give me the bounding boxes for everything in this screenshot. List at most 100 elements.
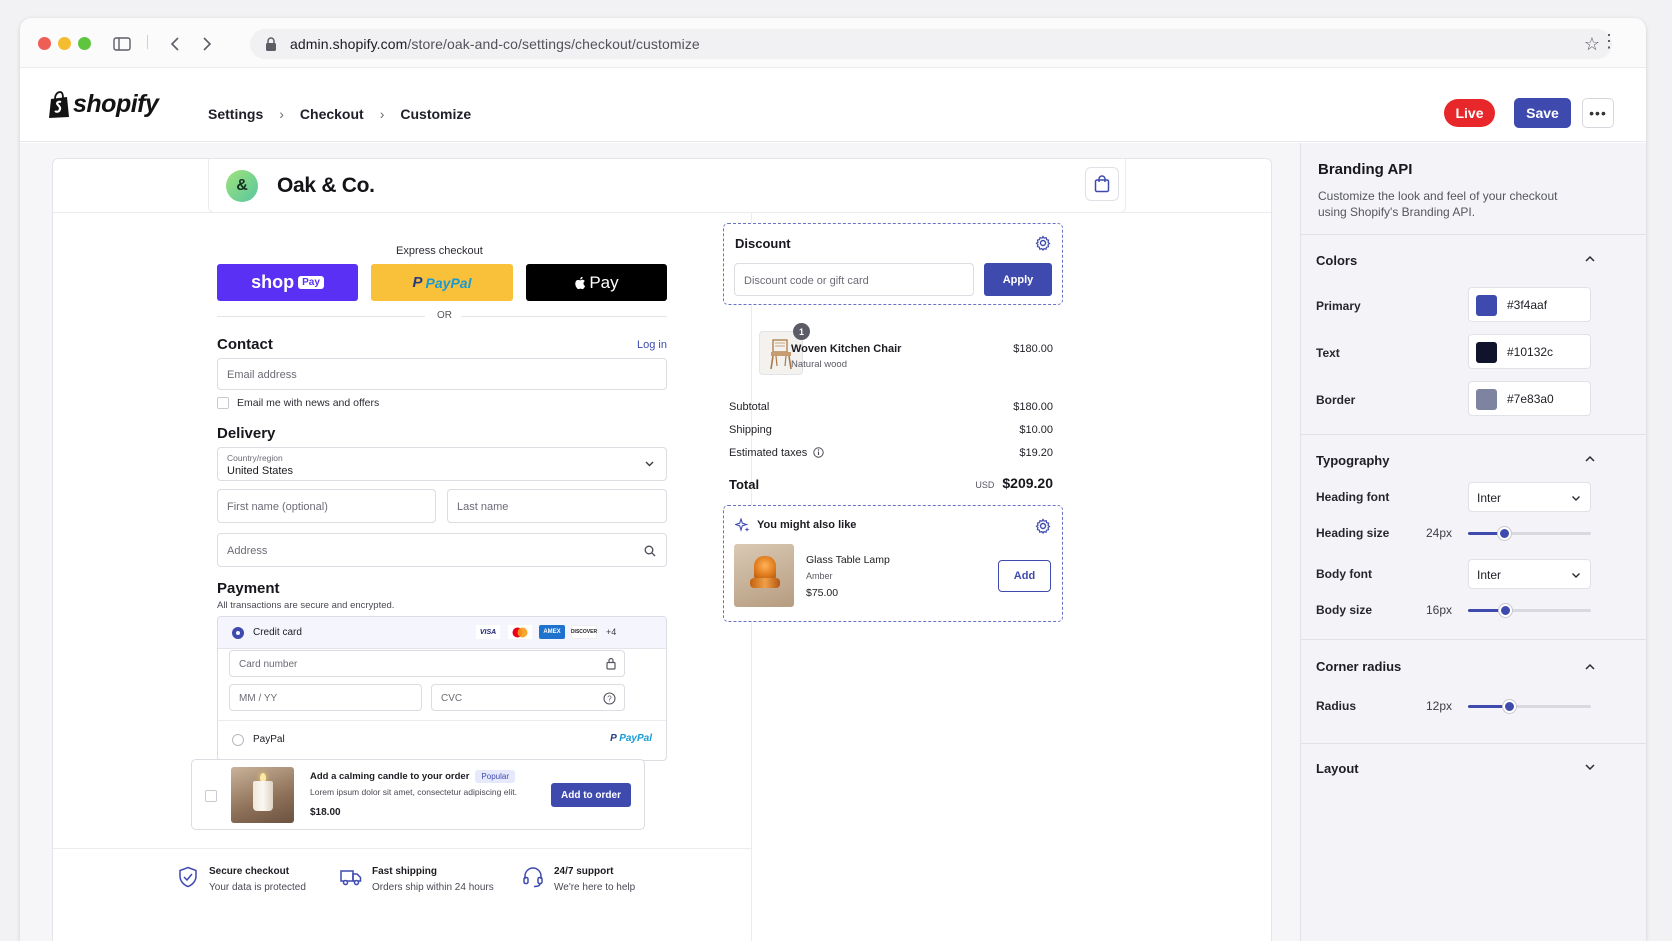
- text-hex: #10132c: [1507, 345, 1554, 359]
- taxes-row: Estimated taxes: [729, 447, 825, 459]
- total-row: USD $209.20: [933, 475, 1053, 493]
- browser-menu-icon[interactable]: ⋮: [1600, 32, 1618, 50]
- breadcrumb-settings[interactable]: Settings: [208, 106, 263, 122]
- paypal-logo: P PayPal: [610, 733, 652, 744]
- credit-card-radio[interactable]: [232, 627, 244, 639]
- primary-color-field[interactable]: #3f4aaf: [1468, 287, 1591, 322]
- save-button[interactable]: Save: [1514, 98, 1571, 128]
- trust-title: Fast shipping: [372, 866, 437, 877]
- slider-thumb[interactable]: [1497, 527, 1511, 540]
- first-name-field[interactable]: First name (optional): [217, 489, 436, 523]
- address-field[interactable]: Address: [217, 533, 667, 567]
- address-bar[interactable]: admin.shopify.com/store/oak-and-co/setti…: [250, 29, 1612, 59]
- subtotal-value: $180.00: [1013, 401, 1053, 413]
- heading-font-label: Heading font: [1316, 490, 1390, 504]
- colors-section-header[interactable]: Colors: [1316, 253, 1357, 268]
- border-swatch[interactable]: [1476, 389, 1497, 410]
- paypal-express-button[interactable]: P PayPal: [371, 264, 513, 301]
- close-window-button[interactable]: [38, 37, 51, 50]
- cvc-placeholder: CVC: [441, 693, 463, 704]
- body-size-slider[interactable]: [1468, 604, 1591, 617]
- info-icon[interactable]: [813, 447, 825, 458]
- radius-value: 12px: [1425, 699, 1452, 713]
- paypal-option[interactable]: PayPal P PayPal: [218, 721, 666, 760]
- amex-icon: AMEX: [539, 625, 565, 639]
- heading-size-slider[interactable]: [1468, 527, 1591, 540]
- forward-arrow-icon[interactable]: [196, 33, 218, 55]
- shopify-logo[interactable]: shopify: [48, 90, 159, 119]
- country-select[interactable]: Country/region United States: [217, 447, 667, 481]
- upsell-checkbox[interactable]: [205, 790, 217, 802]
- toolbar-divider: [147, 35, 148, 49]
- subtotal-label: Subtotal: [729, 401, 770, 413]
- breadcrumb-customize[interactable]: Customize: [400, 106, 471, 122]
- apply-button[interactable]: Apply: [984, 263, 1052, 296]
- corner-radius-section-header[interactable]: Corner radius: [1316, 659, 1401, 674]
- cart-button[interactable]: [1085, 167, 1119, 201]
- paypal-radio[interactable]: [232, 734, 244, 746]
- lock-icon: [266, 37, 276, 51]
- typography-section-header[interactable]: Typography: [1316, 453, 1389, 468]
- payment-title: Payment: [217, 580, 280, 597]
- back-arrow-icon[interactable]: [164, 33, 186, 55]
- email-field[interactable]: Email address: [217, 358, 667, 390]
- bookmark-star-icon[interactable]: ☆: [1584, 34, 1600, 55]
- upsell-title-row: Add a calming candle to your order Popula…: [310, 770, 515, 783]
- card-number-field[interactable]: Card number: [229, 650, 625, 677]
- body-font-value: Inter: [1477, 568, 1502, 582]
- body-font-select[interactable]: Inter: [1468, 559, 1591, 589]
- currency-code: USD: [975, 480, 995, 490]
- or-label: OR: [437, 310, 452, 321]
- chevron-up-icon[interactable]: [1584, 253, 1596, 265]
- apple-pay-button[interactable]: Pay: [526, 264, 667, 301]
- slider-thumb[interactable]: [1502, 700, 1516, 713]
- heading-font-value: Inter: [1477, 491, 1502, 505]
- login-link[interactable]: Log in: [637, 339, 667, 351]
- discount-code-field[interactable]: Discount code or gift card: [734, 263, 974, 296]
- chevron-up-icon[interactable]: [1584, 661, 1596, 673]
- add-recommendation-button[interactable]: Add: [998, 560, 1051, 592]
- primary-swatch[interactable]: [1476, 295, 1497, 316]
- heading-font-select[interactable]: Inter: [1468, 482, 1591, 512]
- lamp-image: [734, 544, 794, 607]
- radius-slider[interactable]: [1468, 700, 1591, 713]
- apple-pay-text: Pay: [589, 272, 619, 292]
- discount-placeholder: Discount code or gift card: [744, 275, 869, 287]
- layout-section-header[interactable]: Layout: [1316, 761, 1359, 776]
- candle-image: [231, 767, 294, 823]
- chevron-down-icon[interactable]: [1584, 761, 1596, 773]
- border-color-field[interactable]: #7e83a0: [1468, 381, 1591, 416]
- slider-thumb[interactable]: [1498, 604, 1512, 617]
- minimize-window-button[interactable]: [58, 37, 71, 50]
- text-color-label: Text: [1316, 346, 1340, 360]
- chevron-up-icon[interactable]: [1584, 453, 1596, 465]
- headset-icon: [523, 867, 543, 888]
- newsletter-checkbox[interactable]: [217, 397, 229, 409]
- preview-canvas: & Oak & Co. Express checkout shop Pay P …: [20, 143, 1300, 941]
- radius-label: Radius: [1316, 699, 1357, 713]
- logo-text: shopify: [73, 90, 159, 118]
- add-to-order-button[interactable]: Add to order: [551, 783, 631, 807]
- paypal-option-label: PayPal: [253, 734, 285, 745]
- recommendation-block: You might also like Glass Table Lamp Amb…: [723, 505, 1063, 622]
- item-name: Woven Kitchen Chair: [791, 343, 902, 355]
- sidebar-divider: [1301, 639, 1646, 640]
- live-status-badge[interactable]: Live: [1444, 99, 1495, 127]
- expiry-field[interactable]: MM / YY: [229, 684, 422, 711]
- credit-card-option[interactable]: Credit card VISA AMEX DISCOVER +4: [218, 617, 666, 649]
- gear-icon[interactable]: [1035, 235, 1051, 251]
- cvc-field[interactable]: CVC ?: [431, 684, 625, 711]
- text-color-field[interactable]: #10132c: [1468, 334, 1591, 369]
- gear-icon[interactable]: [1035, 518, 1051, 534]
- more-actions-button[interactable]: •••: [1582, 98, 1614, 128]
- shield-check-icon: [179, 866, 197, 888]
- help-circle-icon[interactable]: ?: [603, 692, 616, 705]
- last-name-field[interactable]: Last name: [447, 489, 667, 523]
- search-icon: [644, 545, 656, 557]
- shop-pay-button[interactable]: shop Pay: [217, 264, 358, 301]
- sidebar-toggle-icon[interactable]: [111, 33, 133, 55]
- text-swatch[interactable]: [1476, 342, 1497, 363]
- breadcrumb-checkout[interactable]: Checkout: [300, 106, 364, 122]
- item-variant: Natural wood: [791, 359, 847, 370]
- maximize-window-button[interactable]: [78, 37, 91, 50]
